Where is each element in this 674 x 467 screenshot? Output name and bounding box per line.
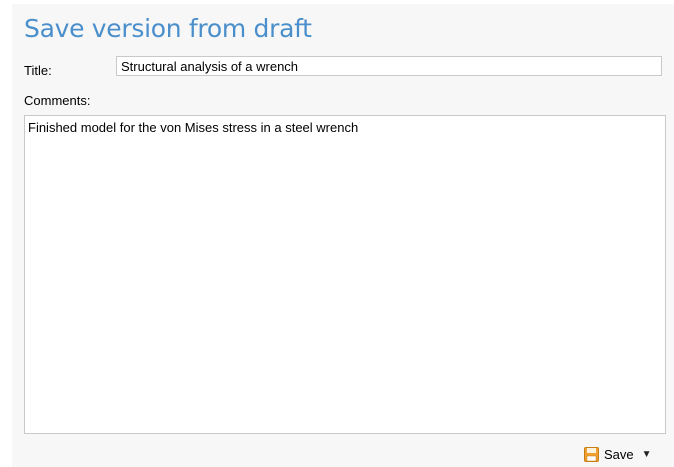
floppy-disk-icon (584, 446, 599, 462)
dialog-heading: Save version from draft (24, 14, 312, 43)
title-label: Title: (24, 63, 52, 78)
save-button[interactable]: Save ▼ (584, 444, 652, 464)
save-button-label: Save (604, 446, 634, 462)
chevron-down-icon[interactable]: ▼ (642, 449, 652, 460)
comments-textarea[interactable]: Finished model for the von Mises stress … (24, 115, 666, 434)
save-version-dialog: Save version from draft Title: Comments:… (12, 4, 674, 467)
comments-label: Comments: (24, 93, 91, 108)
title-input[interactable] (116, 56, 662, 76)
